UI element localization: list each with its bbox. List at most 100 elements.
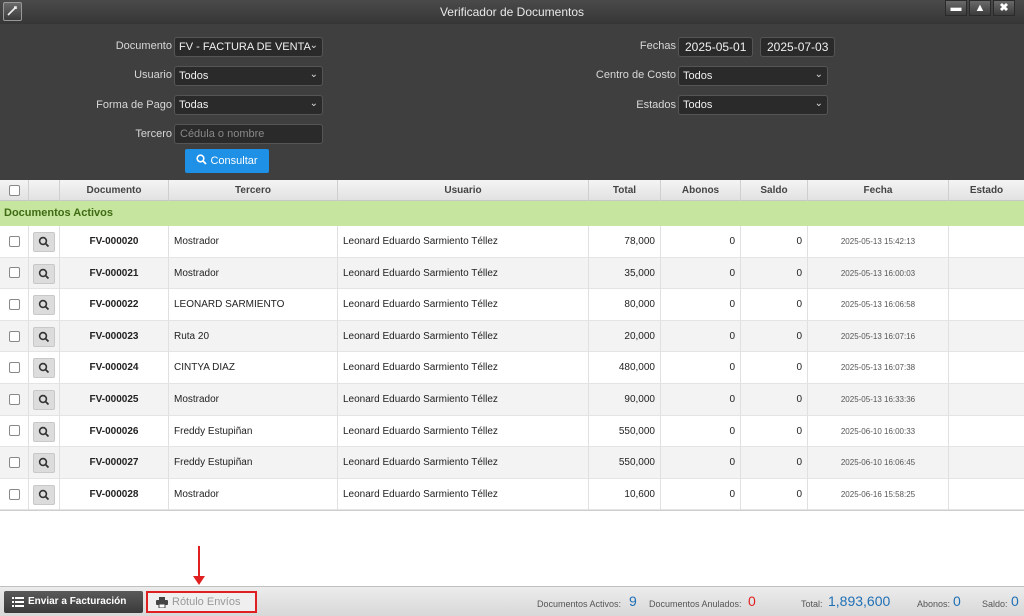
row-checkbox[interactable]: [8, 488, 20, 500]
table-row[interactable]: FV-000027 Freddy Estupiñan Leonard Eduardo…: [0, 447, 1024, 479]
documento-select-value: FV - FACTURA DE VENTA: [179, 41, 311, 53]
row-view-cell: [29, 352, 60, 384]
cell-total: 10,600: [589, 478, 661, 510]
view-document-button[interactable]: [33, 390, 55, 410]
chevron-down-icon: ⌄: [814, 98, 823, 109]
table-bottom-border: [0, 510, 1024, 511]
cell-saldo: 0: [741, 289, 808, 321]
row-view-cell: [29, 384, 60, 415]
view-document-button[interactable]: [33, 484, 55, 505]
row-checkbox[interactable]: [8, 330, 20, 342]
estados-select[interactable]: Todos ⌄: [678, 95, 828, 115]
cell-usuario: Leonard Eduardo Sarmiento Téllez: [338, 257, 589, 289]
cell-tercero: CINTYA DIAZ: [169, 352, 338, 384]
rotulo-envios-button[interactable]: Rótulo Envíos: [146, 591, 257, 613]
row-checkbox[interactable]: [8, 299, 20, 311]
cell-estado: [949, 384, 1024, 415]
cell-saldo: 0: [741, 478, 808, 510]
cell-fecha: 2025-05-13 16:00:03: [808, 257, 949, 289]
table-row[interactable]: FV-000020 Mostrador Leonard Eduardo Sarmie…: [0, 226, 1024, 258]
activos-value: 9: [629, 593, 637, 609]
view-document-button[interactable]: [33, 295, 55, 316]
row-checkbox[interactable]: [8, 362, 20, 374]
magnifier-icon: [38, 268, 50, 279]
view-document-button[interactable]: [33, 453, 55, 474]
consultar-button[interactable]: Consultar: [185, 149, 269, 173]
header-abonos[interactable]: Abonos: [661, 180, 741, 201]
chevron-down-icon: ⌄: [309, 98, 318, 109]
cell-documento[interactable]: FV-000027: [60, 447, 169, 479]
cell-documento[interactable]: FV-000028: [60, 478, 169, 510]
cell-abonos: 0: [661, 478, 741, 510]
cell-tercero: LEONARD SARMIENTO: [169, 289, 338, 321]
view-document-button[interactable]: [33, 421, 55, 442]
centro-costo-select[interactable]: Todos ⌄: [678, 66, 828, 86]
enviar-facturacion-label: Enviar a Facturación: [28, 596, 127, 607]
cell-fecha: 2025-05-13 16:07:38: [808, 352, 949, 384]
view-document-button[interactable]: [33, 326, 55, 347]
view-document-button[interactable]: [33, 232, 55, 252]
row-checkbox[interactable]: [8, 267, 20, 279]
header-usuario[interactable]: Usuario: [338, 180, 589, 201]
header-fecha[interactable]: Fecha: [808, 180, 949, 201]
cell-fecha: 2025-05-13 16:33:36: [808, 384, 949, 415]
cell-usuario: Leonard Eduardo Sarmiento Téllez: [338, 320, 589, 352]
cell-documento[interactable]: FV-000024: [60, 352, 169, 384]
cell-saldo: 0: [741, 320, 808, 352]
row-checkbox-cell: [0, 478, 29, 510]
fecha-hasta-input[interactable]: 2025-07-03: [760, 37, 835, 57]
table-row[interactable]: FV-000024 CINTYA DIAZ Leonard Eduardo Sarm…: [0, 352, 1024, 384]
view-document-button[interactable]: [33, 263, 55, 284]
row-checkbox[interactable]: [8, 393, 20, 405]
cell-documento[interactable]: FV-000023: [60, 320, 169, 352]
header-saldo[interactable]: Saldo: [741, 180, 808, 201]
table-row[interactable]: FV-000026 Freddy Estupiñan Leonard Eduardo…: [0, 415, 1024, 448]
header-estado[interactable]: Estado: [949, 180, 1024, 201]
usuario-select[interactable]: Todos ⌄: [174, 66, 323, 86]
close-button[interactable]: ✖: [993, 0, 1015, 16]
forma-pago-select[interactable]: Todas ⌄: [174, 95, 323, 115]
cell-tercero: Mostrador: [169, 478, 338, 510]
cell-documento[interactable]: FV-000022: [60, 289, 169, 321]
cell-estado: [949, 226, 1024, 257]
row-checkbox[interactable]: [8, 457, 20, 469]
header-view: [29, 180, 60, 201]
cell-total: 480,000: [589, 352, 661, 384]
cell-documento[interactable]: FV-000021: [60, 257, 169, 289]
cell-tercero: Mostrador: [169, 257, 338, 289]
cell-abonos: 0: [661, 447, 741, 479]
row-checkbox[interactable]: [8, 235, 20, 247]
usuario-select-value: Todos: [179, 70, 209, 82]
header-total[interactable]: Total: [589, 180, 661, 201]
total-value: 1,893,600: [828, 593, 891, 609]
cell-usuario: Leonard Eduardo Sarmiento Téllez: [338, 352, 589, 384]
magnifier-icon: [38, 363, 50, 374]
view-document-button[interactable]: [33, 358, 55, 379]
maximize-button[interactable]: ▲: [969, 0, 991, 16]
table-row[interactable]: FV-000021 Mostrador Leonard Eduardo Sarmie…: [0, 257, 1024, 290]
enviar-facturacion-button[interactable]: Enviar a Facturación: [4, 591, 143, 613]
table-row[interactable]: FV-000025 Mostrador Leonard Eduardo Sarmie…: [0, 384, 1024, 416]
select-all-checkbox[interactable]: [8, 184, 20, 196]
cell-documento[interactable]: FV-000020: [60, 226, 169, 257]
table-row[interactable]: FV-000022 LEONARD SARMIENTO Leonard Eduard…: [0, 289, 1024, 321]
magnifier-icon: [38, 394, 50, 406]
row-checkbox-cell: [0, 384, 29, 415]
cell-saldo: 0: [741, 352, 808, 384]
cell-total: 78,000: [589, 226, 661, 257]
header-tercero[interactable]: Tercero: [169, 180, 338, 201]
header-documento[interactable]: Documento: [60, 180, 169, 201]
cell-total: 550,000: [589, 415, 661, 447]
tercero-input[interactable]: Cédula o nombre: [174, 124, 323, 144]
row-checkbox[interactable]: [8, 425, 20, 437]
cell-documento[interactable]: FV-000026: [60, 415, 169, 447]
cell-documento[interactable]: FV-000025: [60, 384, 169, 415]
cell-total: 90,000: [589, 384, 661, 415]
row-checkbox-cell: [0, 352, 29, 384]
table-row[interactable]: FV-000028 Mostrador Leonard Eduardo Sarmie…: [0, 478, 1024, 511]
minimize-button[interactable]: ▬: [945, 0, 967, 16]
documento-select[interactable]: FV - FACTURA DE VENTA ⌄: [174, 37, 323, 57]
fecha-desde-input[interactable]: 2025-05-01: [678, 37, 753, 57]
chevron-down-icon: ⌄: [814, 69, 823, 80]
table-row[interactable]: FV-000023 Ruta 20 Leonard Eduardo Sarmient…: [0, 320, 1024, 353]
